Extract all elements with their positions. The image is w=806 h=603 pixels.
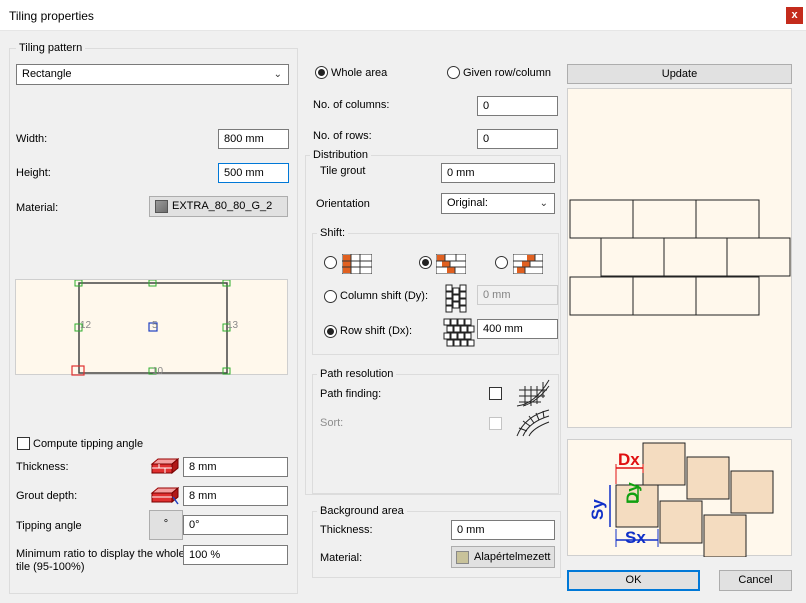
background-area-legend: Background area [317,505,407,517]
grout-depth-icon [149,486,180,508]
width-input[interactable]: 800 mm [218,129,289,149]
title-bar: Tiling properties x [0,0,806,31]
bg-material-label: Material: [320,552,363,564]
bg-thickness-label: Thickness: [320,524,373,536]
rows-input[interactable]: 0 [477,129,558,149]
material-swatch-icon [155,200,168,213]
diagram-label-dy: Dy [623,482,642,504]
brick-stack-icon [149,457,180,477]
shift-diagonal-radio[interactable] [495,256,508,269]
min-ratio-input[interactable]: 100 % [183,545,288,565]
whole-area-label: Whole area [331,67,388,79]
given-rowcol-label: Given row/column [463,67,552,79]
rows-label: No. of rows: [313,130,372,142]
preview-label-10: 10 [152,366,164,377]
shift-none-radio[interactable] [324,256,337,269]
tiling-preview [567,88,792,428]
preview-label-12: 12 [80,320,92,331]
path-icon [515,378,551,411]
row-shift-input[interactable]: 400 mm [477,319,558,339]
row-shift-radio[interactable] [324,325,337,338]
tile-preview: 12 5 13 10 [15,279,288,377]
tile-grout-label: Tile grout [320,165,366,177]
tiling-preview-svg [569,199,791,316]
width-label: Width: [16,133,48,145]
path-icon [515,408,551,441]
cancel-button[interactable]: Cancel [719,570,792,591]
path-finding-label: Path finding: [320,388,382,400]
orientation-value: Original: [447,197,488,209]
chevron-down-icon: ⌄ [273,69,282,80]
grid-icon [445,284,473,317]
shift-legend: Shift: [317,227,349,239]
columns-input[interactable]: 0 [477,96,558,116]
material-value: EXTRA_80_80_G_2 [172,200,273,212]
tipping-angle-icon[interactable]: ° [149,510,183,540]
bg-material-button[interactable]: Alapértelmezett [451,546,555,568]
diagram-label-sy: Sy [588,499,607,520]
preview-label-5: 5 [152,320,158,331]
path-resolution-legend: Path resolution [317,368,397,380]
tile-grout-input[interactable]: 0 mm [441,163,555,183]
thickness-input[interactable]: 8 mm [183,457,288,477]
brick-shift-icon [341,253,373,277]
column-shift-radio[interactable] [324,290,337,303]
pattern-value: Rectangle [22,68,72,80]
compute-tipping-label: Compute tipping angle [33,438,144,450]
orientation-select[interactable]: Original: ⌄ [441,193,555,214]
preview-label-13: 13 [227,320,239,331]
pattern-select[interactable]: Rectangle ⌄ [16,64,289,85]
column-shift-input[interactable]: 0 mm [477,285,558,305]
window-title: Tiling properties [9,9,94,23]
close-icon[interactable]: x [786,7,803,24]
distribution-legend: Distribution [310,149,372,161]
given-rowcol-radio[interactable] [447,66,460,79]
tiling-pattern-legend: Tiling pattern [16,42,86,54]
material-label: Material: [16,202,59,214]
compute-tipping-checkbox[interactable] [17,437,30,450]
sort-label: Sort: [320,417,344,429]
ok-button[interactable]: OK [567,570,700,591]
whole-area-radio[interactable] [315,66,328,79]
brick-shift-icon [512,253,544,277]
thickness-label: Thickness: [16,461,69,473]
shift-diagram: Dx Dy Sy Sx [567,439,792,558]
bg-thickness-input[interactable]: 0 mm [451,520,555,540]
columns-label: No. of columns: [313,99,390,111]
height-label: Height: [16,167,51,179]
tipping-angle-label: Tipping angle [16,520,82,532]
row-shift-label: Row shift (Dx): [340,325,413,337]
material-button[interactable]: EXTRA_80_80_G_2 [149,196,288,217]
grout-depth-input[interactable]: 8 mm [183,486,288,506]
sort-checkbox[interactable] [489,417,502,430]
column-shift-label: Column shift (Dy): [340,290,429,302]
shift-row-radio[interactable] [419,256,432,269]
chevron-down-icon: ⌄ [539,198,548,209]
grout-depth-label: Grout depth: [16,490,78,502]
path-finding-checkbox[interactable] [489,387,502,400]
material-swatch-icon [456,551,469,564]
diagram-label-sx: Sx [625,528,646,547]
orientation-label: Orientation [316,198,370,210]
brick-shift-icon [435,253,467,277]
update-button[interactable]: Update [567,64,792,84]
diagram-label-dx: Dx [618,450,640,469]
tipping-angle-input[interactable]: 0° [183,515,288,535]
grid-icon [443,318,475,351]
min-ratio-label: Minimum ratio to display the whole tile … [16,548,185,573]
height-input[interactable]: 500 mm [218,163,289,183]
bg-material-value: Alapértelmezett [474,551,551,563]
